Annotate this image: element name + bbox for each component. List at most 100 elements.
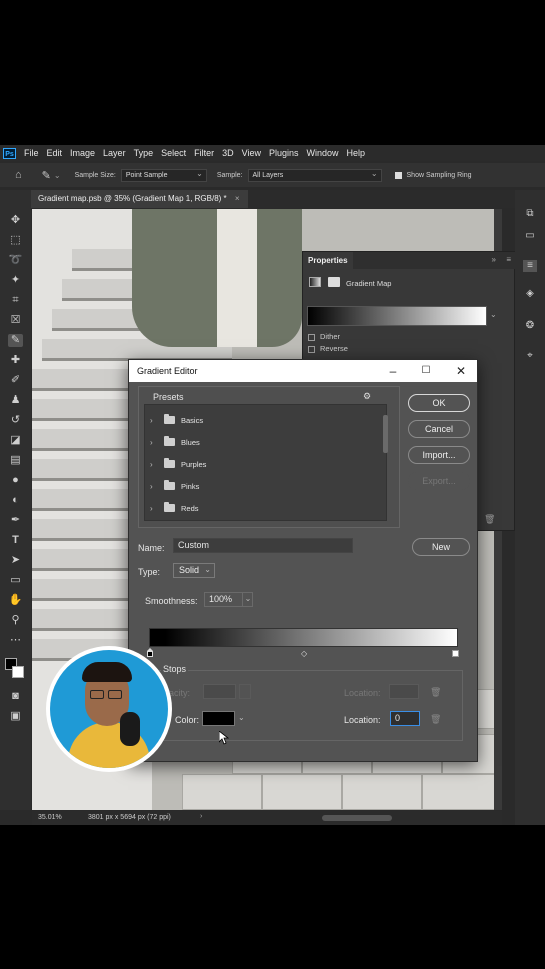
horizontal-scrollbar[interactable] bbox=[322, 815, 392, 821]
document-tab[interactable]: Gradient map.psb @ 35% (Gradient Map 1, … bbox=[30, 190, 248, 208]
screen-mode-icon[interactable]: ▣ bbox=[8, 710, 23, 723]
channels-panel-icon[interactable]: ❂ bbox=[523, 320, 537, 332]
menu-plugins[interactable]: Plugins bbox=[269, 148, 299, 158]
midpoint-diamond-icon[interactable]: ◇ bbox=[301, 649, 307, 658]
chevron-right-icon[interactable]: › bbox=[150, 482, 160, 491]
menu-type[interactable]: Type bbox=[134, 148, 154, 158]
eyedropper-tool-icon[interactable]: ✎ bbox=[42, 169, 51, 182]
reverse-option[interactable]: Reverse bbox=[308, 344, 348, 353]
adjustments-panel-icon[interactable]: ≡ bbox=[523, 260, 537, 272]
smoothness-input[interactable]: 100% ⌄ bbox=[204, 592, 253, 607]
stop-color-swatch[interactable] bbox=[202, 711, 235, 726]
presets-gear-icon[interactable]: ⚙ bbox=[363, 391, 371, 402]
chevron-right-icon[interactable]: › bbox=[150, 438, 160, 447]
eraser-tool-icon[interactable]: ◪ bbox=[8, 434, 23, 447]
path-select-icon[interactable]: ➤ bbox=[8, 554, 23, 567]
chevron-right-icon[interactable]: › bbox=[150, 416, 160, 425]
preset-folder-purples[interactable]: › Purples bbox=[145, 453, 381, 475]
gradient-dropdown-chevron-icon[interactable]: ⌄ bbox=[490, 310, 497, 319]
dither-checkbox[interactable] bbox=[308, 333, 315, 341]
blur-tool-icon[interactable]: ● bbox=[8, 474, 23, 487]
history-panel-icon[interactable]: ⧉ bbox=[523, 208, 537, 220]
more-tools-icon[interactable]: ⋯ bbox=[8, 634, 23, 647]
dither-option[interactable]: Dither bbox=[308, 332, 340, 341]
menu-filter[interactable]: Filter bbox=[194, 148, 214, 158]
tool-preset-chevron-icon[interactable]: ⌄ bbox=[54, 171, 61, 180]
home-icon[interactable]: ⌂ bbox=[15, 169, 22, 181]
preset-folder-basics[interactable]: › Basics bbox=[145, 409, 381, 431]
ok-button[interactable]: OK bbox=[408, 394, 470, 412]
move-tool-icon[interactable]: ✥ bbox=[8, 214, 23, 227]
gradient-map-preview[interactable] bbox=[307, 306, 487, 326]
menu-image[interactable]: Image bbox=[70, 148, 95, 158]
status-arrow-icon[interactable]: › bbox=[200, 813, 202, 820]
rectangle-tool-icon[interactable]: ▭ bbox=[8, 574, 23, 587]
background-color-swatch[interactable] bbox=[12, 666, 24, 678]
sample-select[interactable]: All Layers bbox=[247, 168, 382, 182]
paths-panel-icon[interactable]: ⌖ bbox=[523, 350, 537, 362]
delete-color-stop-icon[interactable]: 🗑 bbox=[430, 715, 441, 724]
reverse-checkbox[interactable] bbox=[308, 345, 315, 353]
preset-folder-pinks[interactable]: › Pinks bbox=[145, 475, 381, 497]
clone-stamp-icon[interactable]: ♟ bbox=[8, 394, 23, 407]
export-button[interactable]: Export... bbox=[408, 472, 470, 490]
delete-opacity-stop-icon[interactable]: 🗑 bbox=[430, 688, 441, 697]
healing-brush-icon[interactable]: ✚ bbox=[8, 354, 23, 367]
menu-window[interactable]: Window bbox=[307, 148, 339, 158]
menu-select[interactable]: Select bbox=[161, 148, 186, 158]
layers-panel-icon[interactable]: ◈ bbox=[523, 288, 537, 300]
show-sampling-ring-checkbox[interactable] bbox=[394, 171, 402, 179]
quick-mask-icon[interactable]: ◙ bbox=[8, 690, 23, 703]
presets-scroll-thumb[interactable] bbox=[383, 415, 388, 453]
color-dropdown-chevron-icon[interactable]: ⌄ bbox=[238, 713, 245, 722]
name-input[interactable]: Custom bbox=[173, 538, 353, 553]
opacity-input[interactable] bbox=[203, 684, 236, 699]
dodge-tool-icon[interactable]: ◐ bbox=[8, 494, 23, 507]
preset-folder-blues[interactable]: › Blues bbox=[145, 431, 381, 453]
history-brush-icon[interactable]: ↺ bbox=[8, 414, 23, 427]
color-location-input[interactable]: 0 bbox=[390, 711, 420, 726]
layer-mask-icon[interactable] bbox=[328, 277, 340, 287]
type-select[interactable]: Solid ⌄ bbox=[173, 563, 215, 578]
menu-view[interactable]: View bbox=[242, 148, 261, 158]
close-tab-icon[interactable]: × bbox=[235, 194, 240, 203]
menu-file[interactable]: File bbox=[24, 148, 39, 158]
hand-tool-icon[interactable]: ✋ bbox=[8, 594, 23, 607]
collapse-panel-icon[interactable]: » bbox=[492, 255, 496, 264]
brush-tool-icon[interactable]: ✐ bbox=[8, 374, 23, 387]
gradient-tool-icon[interactable]: ▤ bbox=[8, 454, 23, 467]
menu-help[interactable]: Help bbox=[347, 148, 366, 158]
quick-select-tool-icon[interactable]: ✦ bbox=[8, 274, 23, 287]
comments-panel-icon[interactable]: ▭ bbox=[523, 230, 537, 242]
lasso-tool-icon[interactable]: ➰ bbox=[8, 254, 23, 267]
frame-tool-icon[interactable]: ☒ bbox=[8, 314, 23, 327]
opacity-location-input[interactable] bbox=[389, 684, 419, 699]
delete-adjustment-icon[interactable]: 🗑 bbox=[484, 514, 495, 525]
panel-menu-icon[interactable]: ≡ bbox=[506, 255, 511, 264]
color-stop-black[interactable] bbox=[147, 648, 153, 658]
eyedropper-tool-icon[interactable]: ✎ bbox=[8, 334, 23, 347]
cancel-button[interactable]: Cancel bbox=[408, 420, 470, 438]
menu-edit[interactable]: Edit bbox=[47, 148, 63, 158]
new-button[interactable]: New bbox=[412, 538, 470, 556]
menu-layer[interactable]: Layer bbox=[103, 148, 126, 158]
menu-3d[interactable]: 3D bbox=[222, 148, 234, 158]
chevron-right-icon[interactable]: › bbox=[150, 460, 160, 469]
sample-size-select[interactable]: Point Sample bbox=[120, 168, 207, 182]
presets-scrollbar[interactable] bbox=[382, 409, 389, 517]
pen-tool-icon[interactable]: ✒ bbox=[8, 514, 23, 527]
type-tool-icon[interactable]: T bbox=[8, 534, 23, 547]
smoothness-dropdown-icon[interactable]: ⌄ bbox=[242, 593, 253, 606]
zoom-level[interactable]: 35.01% bbox=[38, 814, 62, 821]
minimize-icon[interactable]: – bbox=[385, 363, 401, 379]
import-button[interactable]: Import... bbox=[408, 446, 470, 464]
properties-tab[interactable]: Properties bbox=[303, 252, 353, 269]
crop-tool-icon[interactable]: ⌗ bbox=[8, 294, 23, 307]
chevron-right-icon[interactable]: › bbox=[150, 504, 160, 513]
maximize-icon[interactable]: ☐ bbox=[418, 363, 434, 379]
color-stop-white[interactable] bbox=[452, 650, 459, 657]
marquee-tool-icon[interactable]: ⬚ bbox=[8, 234, 23, 247]
close-icon[interactable]: ✕ bbox=[453, 363, 469, 379]
preset-folder-reds[interactable]: › Reds bbox=[145, 497, 381, 519]
zoom-tool-icon[interactable]: ⚲ bbox=[8, 614, 23, 627]
